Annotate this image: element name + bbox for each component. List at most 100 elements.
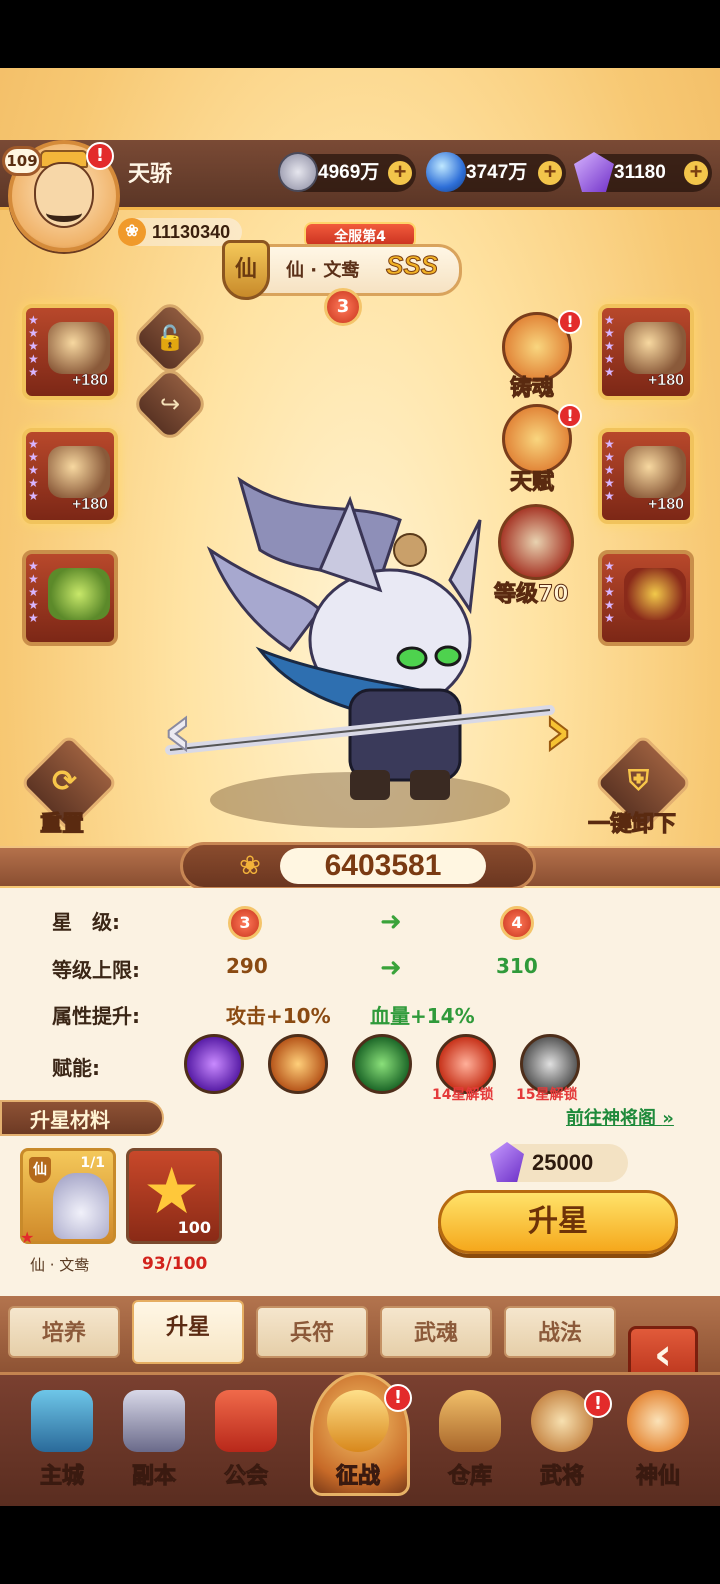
flame-warrior-icon[interactable] [268, 1034, 328, 1094]
add-orb-button[interactable]: + [538, 161, 562, 185]
ascend-cost: 25000 [490, 1142, 628, 1182]
god-cat-icon [627, 1390, 689, 1452]
equip-slot-left-1[interactable]: ★ ★ ★ ★ ★ +180 [22, 304, 118, 400]
equip-slot-left-2[interactable]: ★ ★ ★ ★ ★ +180 [22, 428, 118, 524]
prev-hero-arrow-icon[interactable]: ‹ [150, 689, 206, 771]
equip-bonus: +180 [647, 496, 685, 514]
purple-spell-icon[interactable] [184, 1034, 244, 1094]
orb-value: 3747万 [466, 162, 528, 183]
hero-cat-warrior-figure[interactable] [150, 460, 570, 820]
arrow-right-icon: ➜ [380, 953, 402, 983]
nav-warehouse[interactable]: 仓库 [430, 1390, 510, 1494]
star-level-label: 星 级: [52, 910, 120, 934]
avatar-alert-icon: ! [86, 142, 114, 170]
armor-icon: ⛨ [628, 764, 650, 797]
tab-ascend[interactable]: 升星 [132, 1300, 244, 1364]
star-rank-icon: ★ ★ ★ ★ ★ [604, 313, 615, 379]
goto-hall-link[interactable]: 前往神将阁 » [566, 1104, 674, 1130]
hero-portrait-icon [53, 1173, 109, 1239]
equip-bonus: +180 [71, 372, 109, 390]
player-power-value: 11130340 [152, 222, 231, 242]
hero-name: 仙 · 文鸯 [286, 260, 360, 281]
battle-alert-icon: ! [384, 1384, 412, 1412]
unlock-icon: 🔓 [155, 324, 185, 352]
hero-card-name: 仙 · 文鸯 [30, 1256, 90, 1274]
star-rank-icon: ★ ★ ★ ★ ★ [28, 559, 39, 625]
hero-shard-card[interactable]: 仙 1/1 [20, 1148, 116, 1244]
tab-war-soul[interactable]: 武魂 [380, 1306, 492, 1358]
orb-icon [426, 152, 466, 192]
nav-guild[interactable]: 公会 [206, 1390, 286, 1494]
tab-tactics[interactable]: 战法 [504, 1306, 616, 1358]
ascend-cost-value: 25000 [532, 1150, 594, 1175]
equip-slot-right-1[interactable]: ★ ★ ★ ★ ★ +180 [598, 304, 694, 400]
coin-icon [278, 152, 318, 192]
empower-label: 赋能: [52, 1056, 100, 1080]
level-cap-from: 290 [226, 954, 268, 978]
nav-label: 主城 [39, 1464, 84, 1490]
next-hero-arrow-icon[interactable]: › [530, 689, 586, 771]
player-level-badge: 109 [2, 146, 42, 176]
equip-slot-right-2[interactable]: ★ ★ ★ ★ ★ +180 [598, 428, 694, 524]
add-coin-button[interactable]: + [388, 161, 412, 185]
star-rank-icon: ★ ★ ★ ★ ★ [604, 437, 615, 503]
attack-boost: 攻击+10% [226, 1004, 331, 1028]
goto-hall-label: 前往神将阁 [566, 1108, 656, 1129]
currency-orb[interactable]: 3747万 + [426, 152, 566, 192]
add-gem-button[interactable]: + [684, 161, 708, 185]
equip-bonus: +180 [647, 372, 685, 390]
hero-card-count: 1/1 [80, 1155, 105, 1171]
green-swords-icon[interactable] [352, 1034, 412, 1094]
ascend-button-label: 升星 [528, 1204, 588, 1239]
gold-star-icon: ★ [143, 1155, 201, 1229]
class-shield-icon: 仙 [222, 240, 270, 300]
nav-label: 副本 [131, 1464, 176, 1490]
ascend-button[interactable]: 升星 [438, 1190, 678, 1254]
nav-label: 武将 [539, 1464, 584, 1490]
hero-grade: SSS [385, 250, 439, 281]
nav-label: 征战 [335, 1464, 380, 1490]
equipment-art [48, 446, 110, 498]
double-chevron-icon: » [662, 1108, 674, 1129]
coin-value: 4969万 [318, 162, 380, 183]
star-icon: ★ [20, 1228, 35, 1247]
paw-icon: ❀ [239, 851, 261, 881]
equip-slot-left-3[interactable]: ★ ★ ★ ★ ★ [22, 550, 118, 646]
tab-tally[interactable]: 兵符 [256, 1306, 368, 1358]
unequip-all-label: 一键卸下 [587, 812, 677, 838]
equipment-art [624, 446, 686, 498]
skill-unlock-15: 15星解锁 [516, 1087, 578, 1103]
equipment-art [48, 568, 110, 620]
hero-star-medal: 3 [324, 288, 362, 326]
castle-icon [31, 1390, 93, 1452]
currency-coin[interactable]: 4969万 + [278, 152, 416, 192]
star-rank-icon: ★ ★ ★ ★ ★ [28, 313, 39, 379]
star-rank-icon: ★ ★ ★ ★ ★ [28, 437, 39, 503]
forge-alert-icon: ! [558, 310, 582, 334]
hero-card-class: 仙 [29, 1157, 51, 1183]
equip-bonus: +180 [71, 496, 109, 514]
bag-icon [439, 1390, 501, 1452]
equipment-art [48, 322, 110, 374]
equip-slot-right-3[interactable]: ★ ★ ★ ★ ★ [598, 550, 694, 646]
heroes-alert-icon: ! [584, 1390, 612, 1418]
arrow-right-icon: ➜ [380, 907, 402, 937]
nav-main-city[interactable]: 主城 [22, 1390, 102, 1494]
tab-train[interactable]: 培养 [8, 1306, 120, 1358]
equipment-art [624, 322, 686, 374]
star-material-card[interactable]: ★ 100 [126, 1148, 222, 1244]
reset-label: 重置 [39, 812, 85, 838]
nav-label: 仓库 [447, 1464, 492, 1490]
star-from-medal: 3 [228, 906, 262, 940]
nav-dungeon[interactable]: 副本 [114, 1390, 194, 1494]
star-rank-icon: ★ ★ ★ ★ ★ [604, 559, 615, 625]
equipment-art [624, 568, 686, 620]
sword-icon [123, 1390, 185, 1452]
player-name: 天骄 [128, 161, 173, 186]
beard-icon [46, 204, 82, 222]
nav-immortals[interactable]: 神仙 [618, 1390, 698, 1494]
gem-value: 31180 [614, 162, 666, 183]
currency-gem[interactable]: 31180 + [574, 152, 712, 192]
hp-boost: 血量+14% [370, 1004, 475, 1028]
star-to-medal: 4 [500, 906, 534, 940]
